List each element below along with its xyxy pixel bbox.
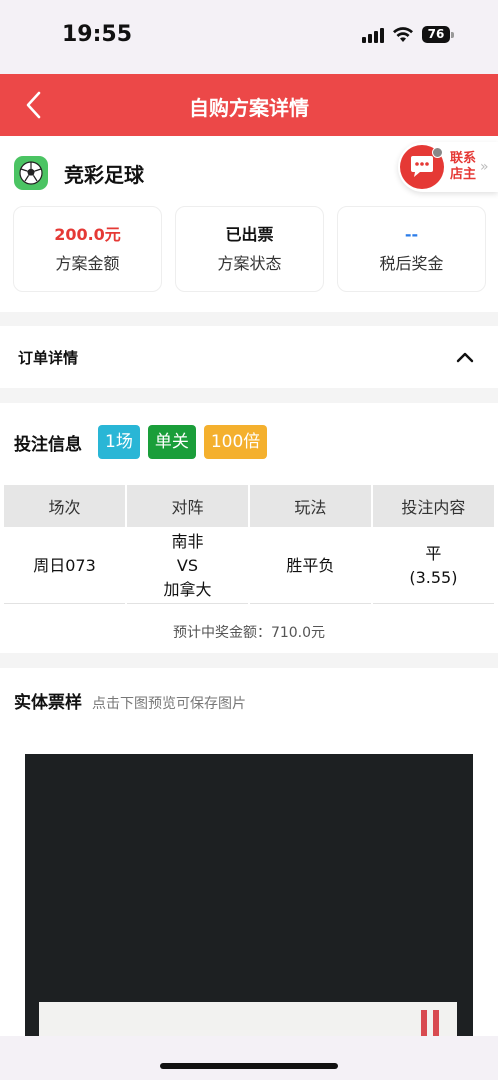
home-indicator[interactable]	[160, 1063, 338, 1069]
plan-amount-box: 200.0元 方案金额	[13, 206, 162, 292]
home-team: 南非	[171, 532, 204, 551]
odds-label: (3.55)	[409, 568, 458, 587]
bet-table: 场次 对阵 玩法 投注内容 周日073 南非 VS 加拿大 胜平负 平 (3.5…	[2, 483, 496, 606]
ticket-sample-hint: 点击下图预览可保存图片	[92, 696, 246, 712]
column-matchup: 对阵	[127, 485, 248, 527]
battery-level: 76	[422, 26, 450, 43]
battery-icon: 76	[422, 26, 454, 43]
bet-content-cell: 平 (3.55)	[372, 529, 494, 604]
plan-status-box: 已出票 方案状态	[175, 206, 324, 292]
plan-status-label: 方案状态	[217, 254, 282, 273]
column-match-no: 场次	[4, 485, 126, 527]
column-bet-content: 投注内容	[372, 485, 494, 527]
plan-status-value: 已出票	[225, 225, 274, 244]
signal-icon	[362, 27, 384, 43]
order-details-title: 订单详情	[18, 349, 79, 367]
page-title: 自购方案详情	[189, 96, 309, 120]
plan-amount-value: 200.0元	[54, 225, 121, 244]
contact-label: 联系店主	[450, 151, 477, 182]
home-indicator-area	[0, 1036, 498, 1080]
after-tax-prize-box: -- 税后奖金	[337, 206, 486, 292]
column-play-type: 玩法	[249, 485, 371, 527]
ticket-sample-title: 实体票样	[14, 693, 82, 713]
after-tax-prize-value: --	[404, 225, 419, 244]
order-details-header[interactable]: 订单详情	[0, 326, 498, 388]
plan-summary-card: 竞彩足球 联系店主 » 200.0元 方案金额 已出票 方案状态 -- 税后奖金	[0, 136, 498, 312]
wifi-icon	[392, 26, 414, 43]
after-tax-prize-label: 税后奖金	[379, 254, 444, 273]
status-bar: 19:55 76	[0, 0, 498, 74]
match-count-tag: 1场	[98, 425, 140, 459]
nav-bar: 自购方案详情	[0, 74, 498, 136]
expected-win-amount: 预计中奖金额：710.0元	[172, 625, 326, 641]
bet-info-title: 投注信息	[14, 434, 82, 455]
chevron-up-icon[interactable]	[454, 346, 476, 368]
soccer-ball-icon	[14, 156, 48, 190]
bet-info-header: 投注信息 1场 单关 100倍	[14, 425, 275, 459]
matchup-cell: 南非 VS 加拿大	[127, 529, 248, 604]
stat-boxes: 200.0元 方案金额 已出票 方案状态 -- 税后奖金	[13, 206, 486, 292]
single-pass-tag: 单关	[147, 425, 196, 459]
play-type-cell: 胜平负	[249, 529, 371, 604]
lottery-name: 竞彩足球	[64, 162, 144, 187]
ticket-sample-header: 实体票样 点击下图预览可保存图片	[14, 688, 246, 713]
app-screen: 19:55 76 自购方案详情 竞彩足球 联系店主 » 200.0元 方案金额 …	[0, 0, 498, 1080]
status-icons: 76	[362, 26, 454, 43]
ticket-photo[interactable]	[25, 754, 473, 1054]
ticket-sample-section: 实体票样 点击下图预览可保存图片	[0, 668, 498, 1080]
bet-info-section: 投注信息 1场 单关 100倍 场次 对阵 玩法 投注内容 周日073 南非 V…	[0, 403, 498, 653]
bet-table-header: 场次 对阵 玩法 投注内容	[4, 485, 494, 527]
plan-amount-label: 方案金额	[55, 254, 120, 273]
multiple-tag: 100倍	[203, 425, 268, 459]
away-team: 加拿大	[163, 580, 212, 599]
pick-label: 平	[425, 544, 442, 563]
match-no-cell: 周日073	[4, 529, 126, 604]
table-row: 周日073 南非 VS 加拿大 胜平负 平 (3.55)	[4, 529, 494, 604]
status-time: 19:55	[62, 22, 133, 47]
lottery-type-row: 竞彩足球	[14, 156, 144, 190]
chevron-right-icon: »	[480, 159, 489, 175]
contact-shop-owner-button[interactable]: 联系店主 »	[398, 142, 498, 192]
notification-dot	[432, 147, 443, 158]
vs-label: VS	[176, 556, 199, 575]
chat-bubble-icon	[400, 145, 444, 189]
